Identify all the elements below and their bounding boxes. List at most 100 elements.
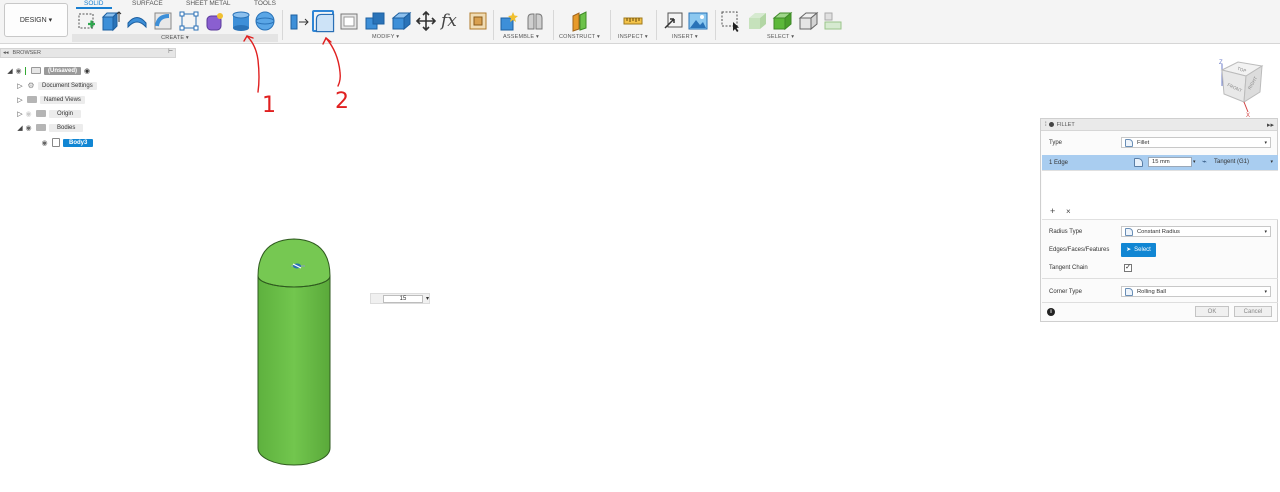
ok-button[interactable]: OK [1195, 306, 1229, 317]
collapse-arrow-icon[interactable]: ◢ [6, 67, 14, 75]
fillet-icon[interactable] [312, 10, 335, 33]
section-divider [1042, 278, 1278, 279]
edges-faces-row: Edges/Faces/Features ➤ Select [1041, 242, 1279, 257]
expand-arrow-icon[interactable]: ▷ [16, 82, 24, 90]
radius-value-input[interactable]: 15 mm [1148, 157, 1192, 167]
remove-selection-icon[interactable]: × [1066, 207, 1071, 216]
extrude-icon[interactable] [100, 10, 122, 32]
chevron-down-icon[interactable]: ▾ [426, 295, 429, 302]
radius-type-dropdown[interactable]: Constant Radius ▾ [1121, 226, 1271, 237]
align-icon[interactable] [467, 10, 489, 32]
tab-solid[interactable]: SOLID [84, 0, 104, 7]
workspace-switcher[interactable]: DESIGN ▾ [4, 3, 68, 37]
measure-icon[interactable] [622, 10, 644, 32]
inspect-menu[interactable]: INSPECT ▾ [618, 34, 648, 40]
chevron-down-icon: ▾ [1264, 139, 1267, 146]
select-button[interactable]: ➤ Select [1121, 242, 1156, 257]
insert-derive-icon[interactable] [663, 10, 685, 32]
assemble-menu[interactable]: ASSEMBLE ▾ [503, 34, 539, 40]
chevron-down-icon[interactable]: ▾ [1270, 159, 1273, 165]
eye-icon[interactable]: ◉ [24, 124, 33, 132]
viewcube[interactable]: Z TOP FRONT RIGHT X [1214, 56, 1274, 118]
type-dropdown[interactable]: Fillet ▾ [1121, 137, 1271, 148]
annotation-arrow-2 [325, 37, 341, 87]
drag-handle-icon[interactable]: ⁞ [1045, 122, 1047, 128]
create-sketch-icon[interactable] [76, 10, 98, 32]
offset-plane-icon[interactable] [569, 10, 591, 32]
form-icon[interactable] [204, 10, 226, 32]
move-icon[interactable] [415, 10, 437, 32]
chevron-down-icon[interactable]: ▾ [1193, 159, 1196, 165]
workspace-label: DESIGN ▾ [19, 17, 53, 24]
select-body-priority-icon[interactable] [746, 10, 768, 32]
joint-icon[interactable] [524, 10, 546, 32]
fusion-app-window: DESIGN ▾ SOLID SURFACE SHEET METAL TOOLS [0, 0, 1280, 492]
tab-surface[interactable]: SURFACE [132, 0, 163, 7]
combine-icon[interactable] [364, 10, 386, 32]
tab-sheet-metal[interactable]: SHEET METAL [186, 0, 231, 7]
select-menu[interactable]: SELECT ▾ [767, 34, 794, 40]
eye-hidden-icon[interactable]: ◉ [24, 110, 33, 118]
new-component-icon[interactable] [498, 10, 520, 32]
tree-node-root[interactable]: ◢ ◉ (Unsaved) ◉ [6, 65, 90, 76]
select-face-priority-icon[interactable] [771, 10, 793, 32]
tree-node-body3[interactable]: ◉ Body3 [40, 137, 94, 148]
tree-node-label: (Unsaved) [44, 66, 82, 75]
ok-label: OK [1207, 308, 1217, 315]
shell-icon[interactable] [338, 10, 360, 32]
parameters-icon[interactable]: fx [441, 10, 463, 32]
tab-tools[interactable]: TOOLS [254, 0, 276, 7]
active-indicator [25, 66, 26, 75]
tangent-chain-checkbox[interactable]: ✓ [1124, 263, 1132, 272]
corner-type-row: Corner Type Rolling Ball ▾ [1041, 284, 1279, 299]
window-select-icon[interactable] [720, 10, 742, 32]
expand-arrow-icon[interactable]: ▷ [16, 110, 24, 118]
select-through-icon[interactable] [822, 10, 844, 32]
collapse-arrow-icon[interactable]: ◢ [16, 124, 24, 132]
cylinder-icon[interactable] [230, 10, 252, 32]
fillet-drag-handle-icon[interactable] [289, 260, 307, 272]
modify-menu[interactable]: MODIFY ▾ [372, 34, 399, 40]
tree-node-label: Origin [49, 109, 82, 118]
dialog-status-icon [1048, 122, 1054, 127]
select-edge-priority-icon[interactable] [797, 10, 819, 32]
revolve-icon[interactable] [126, 10, 148, 32]
edge-selection-row[interactable]: 1 Edge 15 mm ▾ ⌁ Tangent (G1) ▾ [1042, 155, 1278, 170]
continuity-value[interactable]: Tangent (G1) [1214, 159, 1249, 165]
document-icon [31, 67, 41, 74]
folder-icon [36, 110, 46, 117]
press-pull-icon[interactable] [288, 10, 310, 32]
body3-solid[interactable] [257, 238, 331, 466]
tree-node-origin[interactable]: ▷ ◉ Origin [16, 108, 82, 119]
radius-type-value: Constant Radius [1137, 228, 1180, 235]
create-menu[interactable]: CREATE ▾ [72, 34, 278, 42]
sweep-icon[interactable] [152, 10, 174, 32]
offset-face-icon[interactable] [390, 10, 412, 32]
tree-node-label: Bodies [49, 123, 84, 132]
expand-arrow-icon[interactable]: ▷ [16, 96, 24, 104]
radius-dimension-field[interactable]: 15 [383, 294, 423, 303]
fillet-dialog-header[interactable]: ⁞ FILLET ▸▸ [1041, 119, 1277, 131]
pin-icon[interactable]: ⊢ [168, 49, 173, 55]
chevron-down-icon: ▾ [1264, 228, 1267, 235]
insert-canvas-icon[interactable] [687, 10, 709, 32]
corner-type-dropdown[interactable]: Rolling Ball ▾ [1121, 286, 1271, 297]
radio-icon[interactable]: ◉ [84, 67, 90, 75]
tree-node-named-views[interactable]: ▷ Named Views [16, 94, 85, 105]
type-row: Type Fillet ▾ [1041, 135, 1279, 150]
info-icon[interactable]: i [1047, 308, 1055, 316]
loft-icon[interactable] [178, 10, 200, 32]
cancel-button[interactable]: Cancel [1234, 306, 1272, 317]
add-selection-icon[interactable]: + [1050, 206, 1055, 216]
folder-icon [27, 96, 37, 103]
tree-node-document-settings[interactable]: ▷ ⚙ Document Settings [16, 80, 97, 91]
eye-icon[interactable]: ◉ [40, 139, 49, 147]
eye-icon[interactable]: ◉ [14, 67, 23, 75]
insert-menu[interactable]: INSERT ▾ [672, 34, 698, 40]
construct-menu[interactable]: CONSTRUCT ▾ [559, 34, 600, 40]
expand-icon[interactable]: ▸▸ [1267, 121, 1274, 129]
sphere-icon[interactable] [254, 10, 276, 32]
collapse-icon[interactable]: ◂◂ [3, 50, 9, 56]
tree-node-bodies[interactable]: ◢ ◉ Bodies [16, 122, 84, 133]
radius-dimension-input[interactable]: 15 ▾ [370, 293, 430, 304]
